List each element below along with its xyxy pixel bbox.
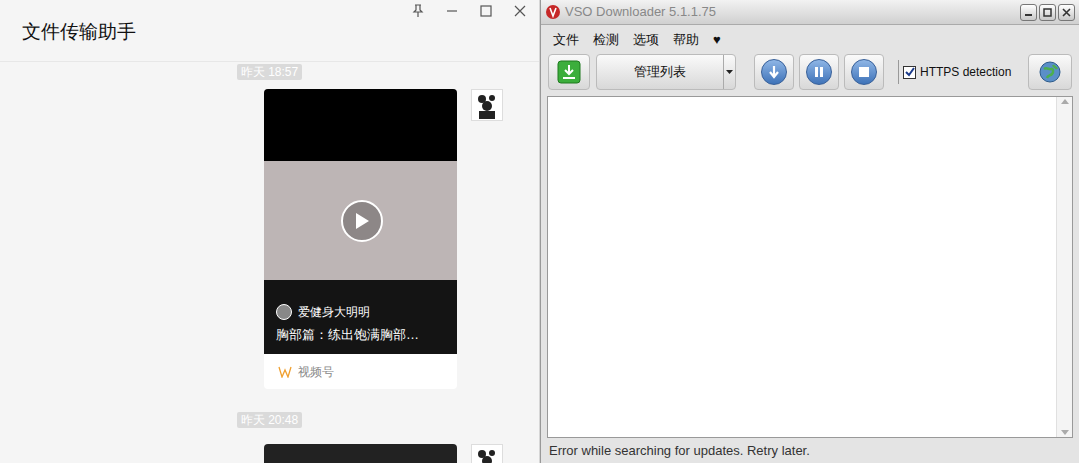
status-bar: Error while searching for updates. Retry…: [541, 438, 1079, 463]
menu-item[interactable]: 帮助: [673, 30, 699, 50]
check-icon: [905, 67, 915, 77]
menu-item[interactable]: 检测: [593, 30, 619, 50]
menu-item[interactable]: 文件: [553, 30, 579, 50]
timestamp: 昨天 18:57: [237, 64, 302, 80]
checkbox-label: HTTPS detection: [920, 63, 1011, 81]
maximize-icon: [1043, 8, 1052, 17]
pause-button[interactable]: [799, 54, 839, 90]
video-card[interactable]: 爱健身大明明胸部篇：练出饱满胸部… 视频号: [264, 89, 457, 389]
avatar[interactable]: [471, 444, 503, 463]
down-button[interactable]: [754, 54, 794, 90]
video-thumbnail: 爱健身大明明胸部篇：练出饱满胸部…: [264, 89, 457, 354]
scrollbar[interactable]: [1056, 97, 1072, 437]
window-title: VSO Downloader 5.1.1.75: [565, 2, 716, 22]
https-detection[interactable]: HTTPS detection: [898, 60, 1011, 84]
stop-button[interactable]: [844, 54, 884, 90]
status-text: Error while searching for updates. Retry…: [549, 441, 810, 461]
dropdown-value: 管理列表: [597, 62, 723, 82]
checkbox[interactable]: [903, 66, 916, 79]
minimize-icon[interactable]: [445, 4, 459, 18]
card-footer: 视频号: [264, 354, 457, 389]
minimize-icon: [1024, 8, 1033, 17]
minimize-button[interactable]: [1020, 4, 1037, 21]
download-list[interactable]: [547, 96, 1073, 438]
avatar-icon: [473, 446, 501, 463]
toolbar: 管理列表 HTTPS detection: [541, 51, 1079, 93]
avatar-icon: [473, 91, 501, 119]
scroll-down-icon[interactable]: [1061, 430, 1069, 435]
title-bar: 文件传输助手: [0, 0, 539, 62]
stop-icon: [858, 66, 870, 78]
author-name: 爱健身大明明: [298, 303, 370, 321]
vso-window: VSO Downloader 5.1.1.75 文件检测选项帮助 ♥ 管理列表 HTTP…: [540, 0, 1079, 463]
card-source: 视频号: [298, 363, 334, 381]
globe-button[interactable]: [1028, 54, 1072, 90]
scroll-up-icon[interactable]: [1061, 99, 1069, 104]
message-row: 爱健身大明明胸部篇：练出饱满胸部… 视频号: [0, 89, 539, 389]
menu-item[interactable]: 选项: [633, 30, 659, 50]
close-icon: [1062, 8, 1071, 17]
channels-icon: [278, 366, 292, 378]
menu-bar: 文件检测选项帮助 ♥: [541, 25, 1079, 51]
globe-icon: [1039, 61, 1061, 83]
chat-area: 昨天 18:57 爱健身大明明胸部篇：练出饱满胸部… 视频号昨天 20:48: [0, 62, 539, 463]
pause-icon: [813, 66, 825, 78]
pin-icon[interactable]: [411, 4, 425, 18]
app-logo-icon: [545, 4, 561, 20]
maximize-icon[interactable]: [479, 4, 493, 18]
maximize-button[interactable]: [1039, 4, 1056, 21]
message-row: [0, 444, 539, 463]
list-dropdown[interactable]: 管理列表: [596, 54, 736, 90]
video-card[interactable]: [264, 444, 457, 463]
desktop: 文件传输助手昨天 18:57 爱健身大明明胸部篇：练出饱满胸部… 视频号昨天 20:…: [0, 0, 1079, 463]
arrow-down-icon: [768, 65, 780, 79]
dropdown-arrow-icon: [726, 70, 733, 74]
author-avatar: [276, 304, 292, 320]
close-icon[interactable]: [513, 4, 527, 18]
avatar[interactable]: [471, 89, 503, 121]
wechat-window: 文件传输助手昨天 18:57 爱健身大明明胸部篇：练出饱满胸部… 视频号昨天 20:…: [0, 0, 540, 463]
menu-item[interactable]: ♥: [713, 30, 721, 50]
chat-title: 文件传输助手: [22, 0, 136, 47]
download-button[interactable]: [548, 54, 590, 90]
close-button[interactable]: [1058, 4, 1075, 21]
download-icon: [557, 60, 581, 84]
title-bar: VSO Downloader 5.1.1.75: [541, 0, 1079, 25]
video-description: 胸部篇：练出饱满胸部…: [276, 325, 445, 345]
play-icon[interactable]: [354, 212, 370, 230]
timestamp: 昨天 20:48: [237, 412, 302, 428]
